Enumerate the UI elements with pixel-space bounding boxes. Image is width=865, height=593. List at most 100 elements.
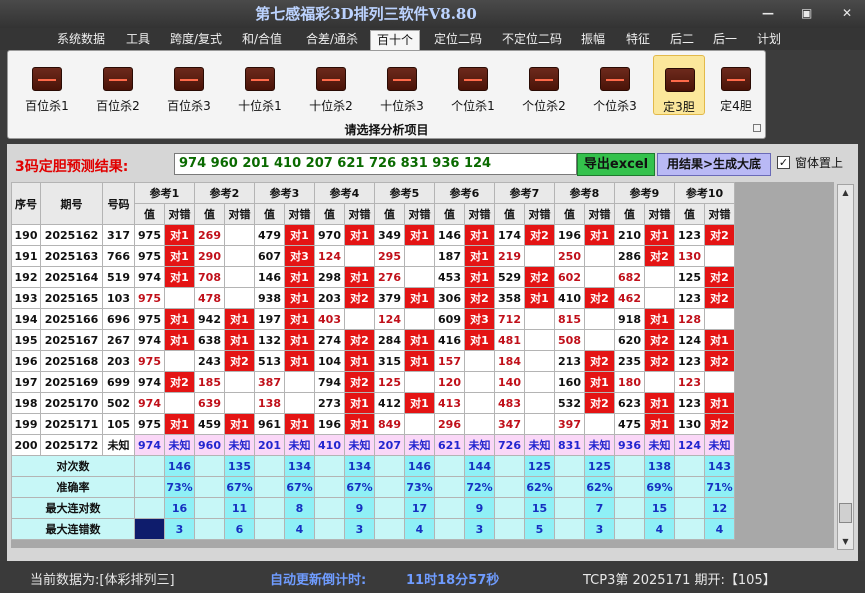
ref-value-cell: 123 <box>674 287 705 309</box>
ref-value-cell: 123 <box>674 371 705 393</box>
ribbon-button[interactable]: 百位杀1 <box>14 55 80 115</box>
chart-icon <box>245 67 275 91</box>
close-icon[interactable]: ✕ <box>842 6 852 20</box>
column-header: 参考1 <box>134 182 195 204</box>
ref-match-cell <box>584 266 615 288</box>
pending-row: 200 2025172 未知 974 未知 960 未知 201 未知 410 未知 207 未知 621… <box>11 434 735 456</box>
ref-match-cell: 对2 <box>704 224 735 246</box>
menu-item[interactable]: 振幅 <box>575 30 611 50</box>
menu-item[interactable]: 工具 <box>121 30 155 50</box>
menu-item[interactable]: 跨度/复式 <box>163 30 229 50</box>
scroll-down-icon[interactable]: ▼ <box>838 534 853 549</box>
ref-match-cell: 对2 <box>584 350 615 372</box>
pending-value-cell: 124 <box>674 434 705 456</box>
vertical-scrollbar[interactable]: ▲ ▼ <box>837 184 854 550</box>
ribbon-button[interactable]: 十位杀1 <box>227 55 293 115</box>
ribbon-button[interactable]: 个位杀3 <box>582 55 648 115</box>
ref-match-cell: 对1 <box>464 245 495 267</box>
ref-match-cell: 对1 <box>224 413 255 435</box>
ref-value-cell: 295 <box>374 245 405 267</box>
ref-match-cell: 对1 <box>344 350 375 372</box>
chart-icon <box>103 67 133 91</box>
menu-item[interactable]: 定位二码 <box>428 30 488 50</box>
menu-item[interactable]: 系统数据 <box>54 30 108 50</box>
number-cell: 502 <box>102 392 135 414</box>
stats-value-cell: 7 <box>584 497 615 519</box>
stats-blank-cell <box>314 455 345 477</box>
menu-item[interactable]: 特征 <box>620 30 656 50</box>
ref-match-cell: 对1 <box>284 224 315 246</box>
menu-item[interactable]: 不定位二码 <box>496 30 568 50</box>
ribbon-button[interactable]: 定4胆 <box>710 55 762 115</box>
ref-value-cell: 286 <box>614 245 645 267</box>
ref-match-cell: 对1 <box>404 224 435 246</box>
seq-cell: 200 <box>11 434 41 456</box>
ref-value-cell: 132 <box>254 329 285 351</box>
topmost-label: 窗体置上 <box>795 156 844 170</box>
minimize-icon[interactable]: — <box>762 6 774 20</box>
ribbon-button[interactable]: 十位杀2 <box>298 55 364 115</box>
number-cell: 未知 <box>102 434 135 456</box>
ref-value-cell: 196 <box>314 413 345 435</box>
ref-match-cell: 对2 <box>344 371 375 393</box>
topmost-checkbox[interactable]: ✓ <box>777 156 790 169</box>
ribbon-expand-icon[interactable] <box>753 124 761 132</box>
ribbon-button[interactable]: 十位杀3 <box>369 55 435 115</box>
subheader-match: 对错 <box>224 203 255 225</box>
ribbon-button[interactable]: 百位杀2 <box>85 55 151 115</box>
menu-item[interactable]: 后二 <box>664 30 700 50</box>
stats-value-cell: 72% <box>464 476 495 498</box>
maximize-icon[interactable]: ▣ <box>801 6 812 20</box>
seq-cell: 191 <box>11 245 41 267</box>
stats-blank-cell <box>494 455 525 477</box>
ribbon-button[interactable]: 定3胆 <box>653 55 705 115</box>
ref-value-cell: 379 <box>374 287 405 309</box>
menu-item[interactable]: 百十个 <box>370 30 420 50</box>
ribbon-button[interactable]: 个位杀1 <box>440 55 506 115</box>
issue-cell: 2025164 <box>40 266 103 288</box>
ref-value-cell: 138 <box>254 392 285 414</box>
result-field[interactable]: 974 960 201 410 207 621 726 831 936 124 <box>174 153 577 175</box>
stats-blank-cell <box>314 497 345 519</box>
menu-item[interactable]: 合差/通杀 <box>300 30 364 50</box>
stats-value-cell: 67% <box>344 476 375 498</box>
export-excel-button[interactable]: 导出excel <box>577 153 655 176</box>
seq-cell: 196 <box>11 350 41 372</box>
menu-item[interactable]: 计划 <box>751 30 787 50</box>
stats-blank-cell <box>434 518 465 540</box>
stats-value-cell: 4 <box>284 518 315 540</box>
subheader-match: 对错 <box>404 203 435 225</box>
issue-cell: 2025165 <box>40 287 103 309</box>
ref-value-cell: 174 <box>494 224 525 246</box>
subheader-match: 对错 <box>704 203 735 225</box>
stats-blank-cell <box>254 497 285 519</box>
menu-item[interactable]: 和/合值 <box>236 30 288 50</box>
stats-blank-cell <box>614 497 645 519</box>
ref-match-cell: 对1 <box>584 371 615 393</box>
generate-base-button[interactable]: 用结果>生成大底 <box>657 153 771 176</box>
stats-value-cell: 11 <box>224 497 255 519</box>
ribbon-button-label: 十位杀2 <box>309 99 353 113</box>
stats-blank-cell <box>134 497 165 519</box>
ref-match-cell <box>524 245 555 267</box>
issue-info-text: TCP3第 2025171 期开:【105】 <box>583 573 776 588</box>
stats-value-cell: 71% <box>704 476 735 498</box>
ref-value-cell: 130 <box>674 413 705 435</box>
scroll-thumb[interactable] <box>839 503 852 523</box>
ref-value-cell: 235 <box>614 350 645 372</box>
stats-row: 最大连错数 3 6 4 3 4 3 5 3 4 4 <box>11 518 735 540</box>
column-header: 参考2 <box>194 182 255 204</box>
ref-match-cell <box>704 308 735 330</box>
pending-mark-cell: 未知 <box>584 434 615 456</box>
ref-value-cell: 609 <box>434 308 465 330</box>
chart-icon <box>387 67 417 91</box>
scroll-up-icon[interactable]: ▲ <box>838 185 853 200</box>
ref-match-cell: 对1 <box>284 329 315 351</box>
ribbon-button[interactable]: 个位杀2 <box>511 55 577 115</box>
ref-value-cell: 196 <box>554 224 585 246</box>
ref-value-cell: 146 <box>254 266 285 288</box>
ribbon-button[interactable]: 百位杀3 <box>156 55 222 115</box>
issue-cell: 2025169 <box>40 371 103 393</box>
menu-item[interactable]: 后一 <box>707 30 743 50</box>
ref-match-cell: 对1 <box>644 413 675 435</box>
